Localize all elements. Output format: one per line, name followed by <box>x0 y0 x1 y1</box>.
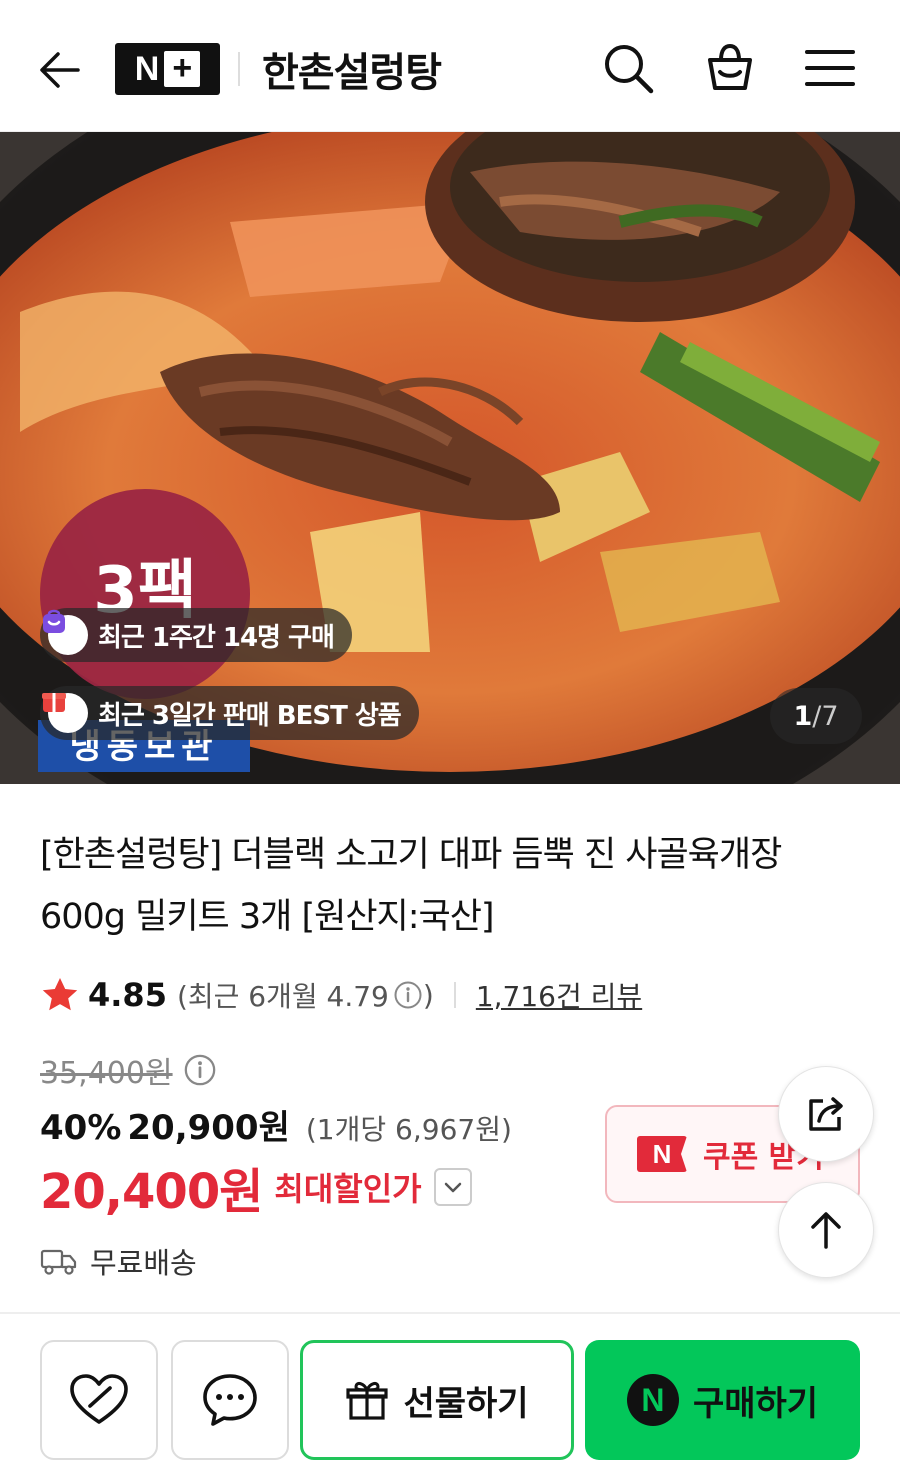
best-product-text: 최근 3일간 판매 BEST 상품 <box>98 700 402 731</box>
share-icon[interactable] <box>778 1066 874 1162</box>
naver-n-logo-text: N <box>134 49 161 88</box>
naver-pay-icon: N <box>626 1374 679 1426</box>
recent-rating-text: (최근 6개월 4.79 <box>176 980 389 1013</box>
naver-coupon-badge: N <box>637 1136 687 1172</box>
heart-icon <box>70 1374 128 1424</box>
naver-plus-store-logo[interactable]: N + <box>115 43 220 95</box>
scroll-to-top-icon[interactable] <box>778 1182 874 1278</box>
info-icon[interactable] <box>393 980 423 1010</box>
product-title: [한촌설렁탕] 더블랙 소고기 대파 듬뿍 진 사골육개장 600g 밀키트 3… <box>40 835 782 937</box>
rating-score: 4.85 <box>88 976 167 1014</box>
review-count-link[interactable]: 1,716건 리뷰 <box>476 975 642 1015</box>
buy-button[interactable]: N 구매하기 <box>585 1340 860 1460</box>
top-navigation-bar: N + 한촌설렁탕 <box>0 0 900 132</box>
shopping-bag-icon[interactable] <box>700 38 760 98</box>
free-shipping-text: 무료배송 <box>90 1246 197 1280</box>
image-slide-counter: 1 /7 <box>770 688 862 744</box>
product-image-carousel[interactable]: 3팩 냉동보관 최근 1주간 14명 구매 최근 3일간 판매 BEST 상품 … <box>0 132 900 784</box>
discount-percent: 40% <box>40 1108 122 1148</box>
section-divider <box>0 1312 900 1314</box>
slide-current: 1 <box>793 700 813 732</box>
recent-rating-close: ) <box>422 978 434 1012</box>
rating-divider <box>453 982 456 1008</box>
gift-box-icon <box>42 693 88 733</box>
gift-button[interactable]: 선물하기 <box>300 1340 574 1460</box>
original-price: 35,400원 <box>40 1056 173 1091</box>
gift-icon <box>346 1381 389 1420</box>
plus-logo-text: + <box>164 51 201 87</box>
max-discount-price: 20,400원 <box>40 1164 263 1220</box>
menu-hamburger-icon[interactable] <box>800 38 860 98</box>
original-price-row: 35,400원 <box>40 1048 217 1092</box>
chevron-down-icon[interactable] <box>433 1168 472 1206</box>
price-info-icon[interactable] <box>183 1053 217 1087</box>
sale-price-row: 40% 20,900원 (1개당 6,967원) <box>40 1100 512 1149</box>
rating-row: 4.85 (최근 6개월 4.79 ) 1,716건 리뷰 <box>40 970 642 1020</box>
store-name[interactable]: 한촌설렁탕 <box>262 40 442 98</box>
delivery-truck-icon <box>40 1249 77 1275</box>
sale-price: 20,900원 <box>127 1108 290 1148</box>
star-icon <box>42 978 78 1011</box>
back-arrow-icon[interactable] <box>34 44 86 96</box>
chat-inquiry-button[interactable] <box>171 1340 289 1460</box>
gift-label: 선물하기 <box>403 1383 529 1424</box>
search-icon[interactable] <box>598 38 658 98</box>
best-product-pill: 최근 3일간 판매 BEST 상품 <box>40 686 419 740</box>
slide-total: /7 <box>812 700 839 732</box>
recent-rating: (최근 6개월 4.79 ) <box>177 975 434 1015</box>
purple-bag-icon <box>43 609 88 655</box>
header-separator <box>238 52 240 86</box>
recent-purchase-text: 최근 1주간 14명 구매 <box>98 622 335 653</box>
buy-label: 구매하기 <box>692 1383 819 1424</box>
recent-purchase-pill: 최근 1주간 14명 구매 <box>40 608 352 662</box>
max-discount-row: 20,400원 최대할인가 <box>40 1152 472 1222</box>
wishlist-button[interactable] <box>40 1340 158 1460</box>
chat-bubble-icon <box>203 1374 257 1426</box>
unit-price: (1개당 6,967원) <box>305 1113 512 1146</box>
max-discount-label: 최대할인가 <box>274 1170 422 1208</box>
shipping-info: 무료배송 <box>40 1240 197 1282</box>
